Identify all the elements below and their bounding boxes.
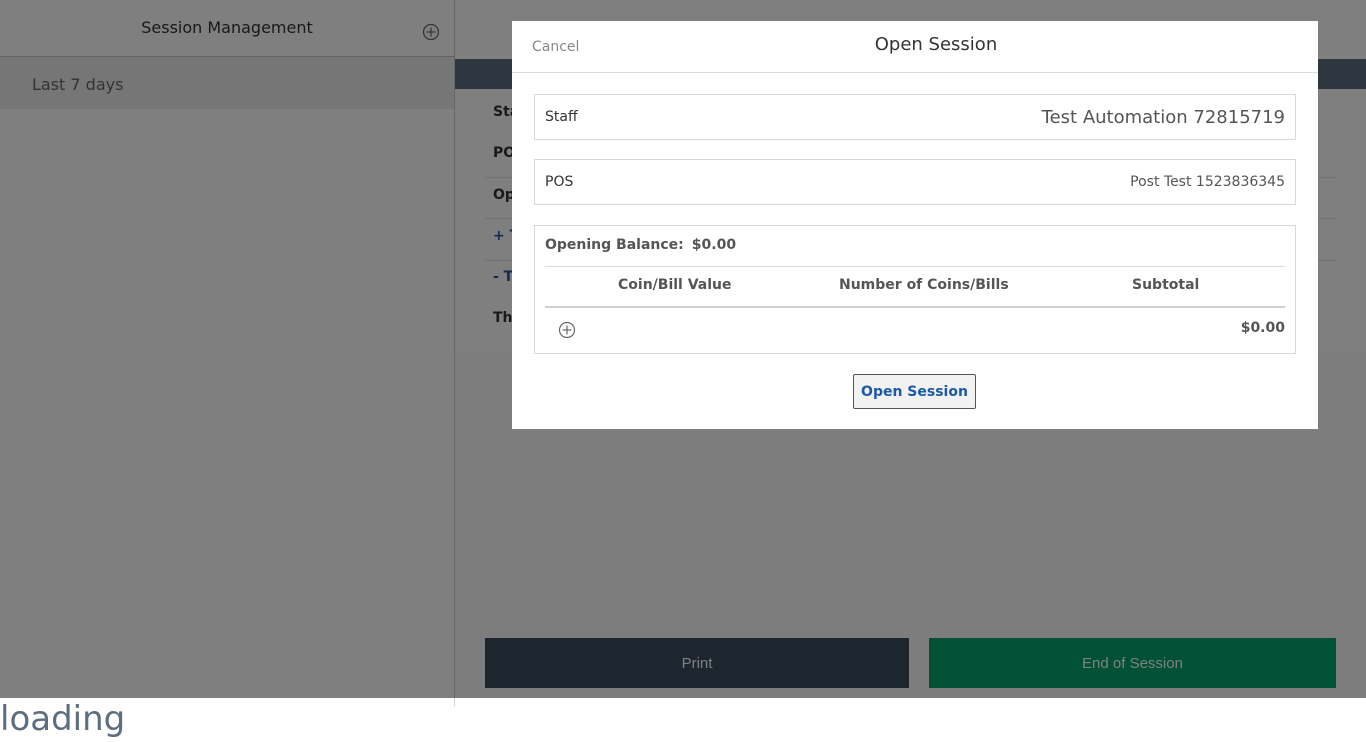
- staff-field[interactable]: Staff Test Automation 72815719: [534, 94, 1296, 140]
- open-session-button[interactable]: Open Session: [853, 374, 976, 409]
- modal-title: Open Session: [512, 34, 1318, 55]
- row-subtotal: $0.00: [1240, 320, 1285, 336]
- divider: [545, 266, 1285, 267]
- loading-text: loading: [0, 699, 126, 739]
- col-coin-bill-value: Coin/Bill Value: [618, 277, 732, 293]
- add-denomination-icon[interactable]: [558, 321, 576, 339]
- staff-value: Test Automation 72815719: [1041, 107, 1285, 128]
- opening-balance-section: Opening Balance: $0.00 Coin/Bill Value Nu…: [534, 225, 1296, 354]
- opening-balance-value: $0.00: [691, 237, 737, 253]
- pos-label: POS: [545, 174, 574, 190]
- staff-label: Staff: [545, 109, 578, 125]
- opening-balance-label: Opening Balance:: [545, 237, 684, 253]
- open-session-modal: Cancel Open Session Staff Test Automatio…: [512, 21, 1318, 429]
- pos-field[interactable]: POS Post Test 1523836345: [534, 159, 1296, 205]
- col-subtotal: Subtotal: [1132, 277, 1200, 293]
- pos-value: Post Test 1523836345: [1130, 174, 1285, 190]
- col-number-of-coins-bills: Number of Coins/Bills: [839, 277, 1009, 293]
- divider: [545, 306, 1285, 308]
- opening-balance: Opening Balance: $0.00: [545, 237, 736, 253]
- modal-title-text: Open Session: [874, 34, 998, 55]
- modal-header: Cancel Open Session: [512, 21, 1318, 73]
